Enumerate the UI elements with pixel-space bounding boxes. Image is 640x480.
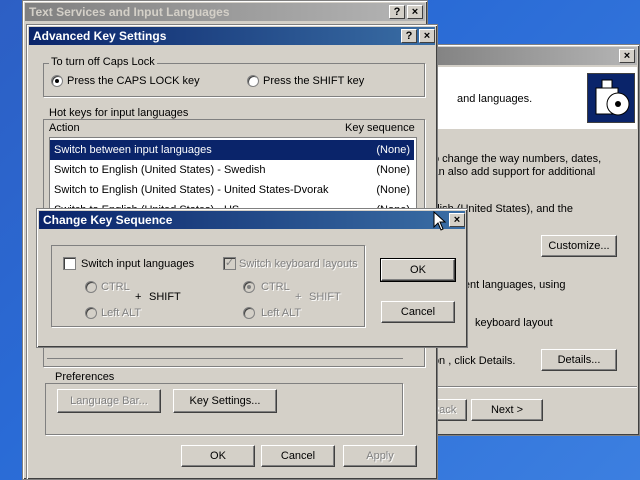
change-key-sequence-dialog: Change Key Sequence × Switch input langu…: [36, 208, 468, 348]
language-bar-button[interactable]: Language Bar...: [57, 389, 161, 413]
advanced-ok-button[interactable]: OK: [181, 445, 255, 467]
customize-button[interactable]: Customize...: [541, 235, 617, 257]
regional-text-6: keyboard layout: [475, 317, 553, 329]
input-plus-label: +: [135, 291, 142, 303]
advanced-title-bar: Advanced Key Settings: [29, 27, 435, 45]
shift-key-radio[interactable]: [247, 75, 259, 87]
layout-shift-label: SHIFT: [309, 291, 341, 303]
input-left-alt-radio[interactable]: [85, 307, 97, 319]
hotkey-sequence: (None): [376, 144, 410, 156]
text-services-title-bar: Text Services and Input Languages: [25, 3, 425, 21]
caps-lock-group-label: To turn off Caps Lock: [49, 56, 157, 68]
hotkey-sequence: (None): [376, 164, 410, 176]
hotkey-row[interactable]: Switch between input languages (None): [50, 140, 414, 160]
change-close-button[interactable]: ×: [449, 213, 465, 227]
layout-ctrl-label: CTRL: [261, 281, 290, 293]
regional-header-panel: and languages.: [423, 67, 637, 129]
input-shift-label: SHIFT: [149, 291, 181, 303]
hotkey-row[interactable]: Switch to English (United States) - Swed…: [50, 160, 414, 180]
layout-ctrl-radio[interactable]: [243, 281, 255, 293]
advanced-cancel-button[interactable]: Cancel: [261, 445, 335, 467]
regional-close-button[interactable]: ×: [619, 49, 635, 63]
advanced-help-button[interactable]: ?: [401, 29, 417, 43]
hotkey-sequence: (None): [376, 184, 410, 196]
next-button[interactable]: Next >: [471, 399, 543, 421]
regional-divider: [425, 386, 637, 388]
hotkey-action: Switch between input languages: [54, 144, 212, 156]
caps-lock-key-radio[interactable]: [51, 75, 63, 87]
regional-header-text: and languages.: [457, 93, 533, 105]
advanced-apply-button[interactable]: Apply: [343, 445, 417, 467]
text-services-close-button[interactable]: ×: [407, 5, 423, 19]
advanced-close-button[interactable]: ×: [419, 29, 435, 43]
change-title-bar: Change Key Sequence: [39, 211, 465, 229]
input-ctrl-radio[interactable]: [85, 281, 97, 293]
change-title: Change Key Sequence: [43, 213, 173, 227]
change-cancel-button[interactable]: Cancel: [381, 301, 455, 323]
layout-plus-label: +: [295, 291, 302, 303]
hotkeys-group-label: Hot keys for input languages: [47, 107, 191, 119]
caps-lock-key-label: Press the CAPS LOCK key: [67, 75, 200, 87]
input-ctrl-label: CTRL: [101, 281, 130, 293]
text-services-help-button[interactable]: ?: [389, 5, 405, 19]
details-button[interactable]: Details...: [541, 349, 617, 371]
regional-options-icon: [587, 73, 635, 123]
hotkey-action: Switch to English (United States) - Unit…: [54, 184, 329, 196]
regional-text-3: can also add support for additional: [427, 166, 596, 178]
change-ok-button[interactable]: OK: [380, 258, 456, 282]
input-left-alt-label: Left ALT: [101, 307, 142, 319]
key-settings-button[interactable]: Key Settings...: [173, 389, 277, 413]
switch-keyboard-layouts-label: Switch keyboard layouts: [239, 258, 358, 270]
switch-input-languages-label: Switch input languages: [81, 258, 195, 270]
hotkey-action: Switch to English (United States) - Swed…: [54, 164, 266, 176]
shift-key-label: Press the SHIFT key: [263, 75, 365, 87]
switch-keyboard-layouts-checkbox[interactable]: ✓: [223, 257, 236, 270]
hotkeys-list[interactable]: Switch between input languages (None) Sw…: [49, 137, 417, 213]
key-sequence-column-header: Key sequence: [345, 122, 415, 134]
layout-left-alt-radio[interactable]: [243, 307, 255, 319]
layout-left-alt-label: Left ALT: [261, 307, 302, 319]
action-column-header: Action: [49, 122, 80, 134]
switch-input-languages-checkbox[interactable]: [63, 257, 76, 270]
regional-text-7: ition , click Details.: [425, 355, 516, 367]
regional-title-bar: [423, 47, 637, 65]
preferences-group-label: Preferences: [53, 371, 117, 383]
text-services-title: Text Services and Input Languages: [29, 5, 230, 19]
advanced-title: Advanced Key Settings: [33, 29, 167, 43]
mouse-cursor-icon: [433, 211, 447, 231]
hotkey-row[interactable]: Switch to English (United States) - Unit…: [50, 180, 414, 200]
regional-text-2: o change the way numbers, dates,: [433, 153, 602, 165]
